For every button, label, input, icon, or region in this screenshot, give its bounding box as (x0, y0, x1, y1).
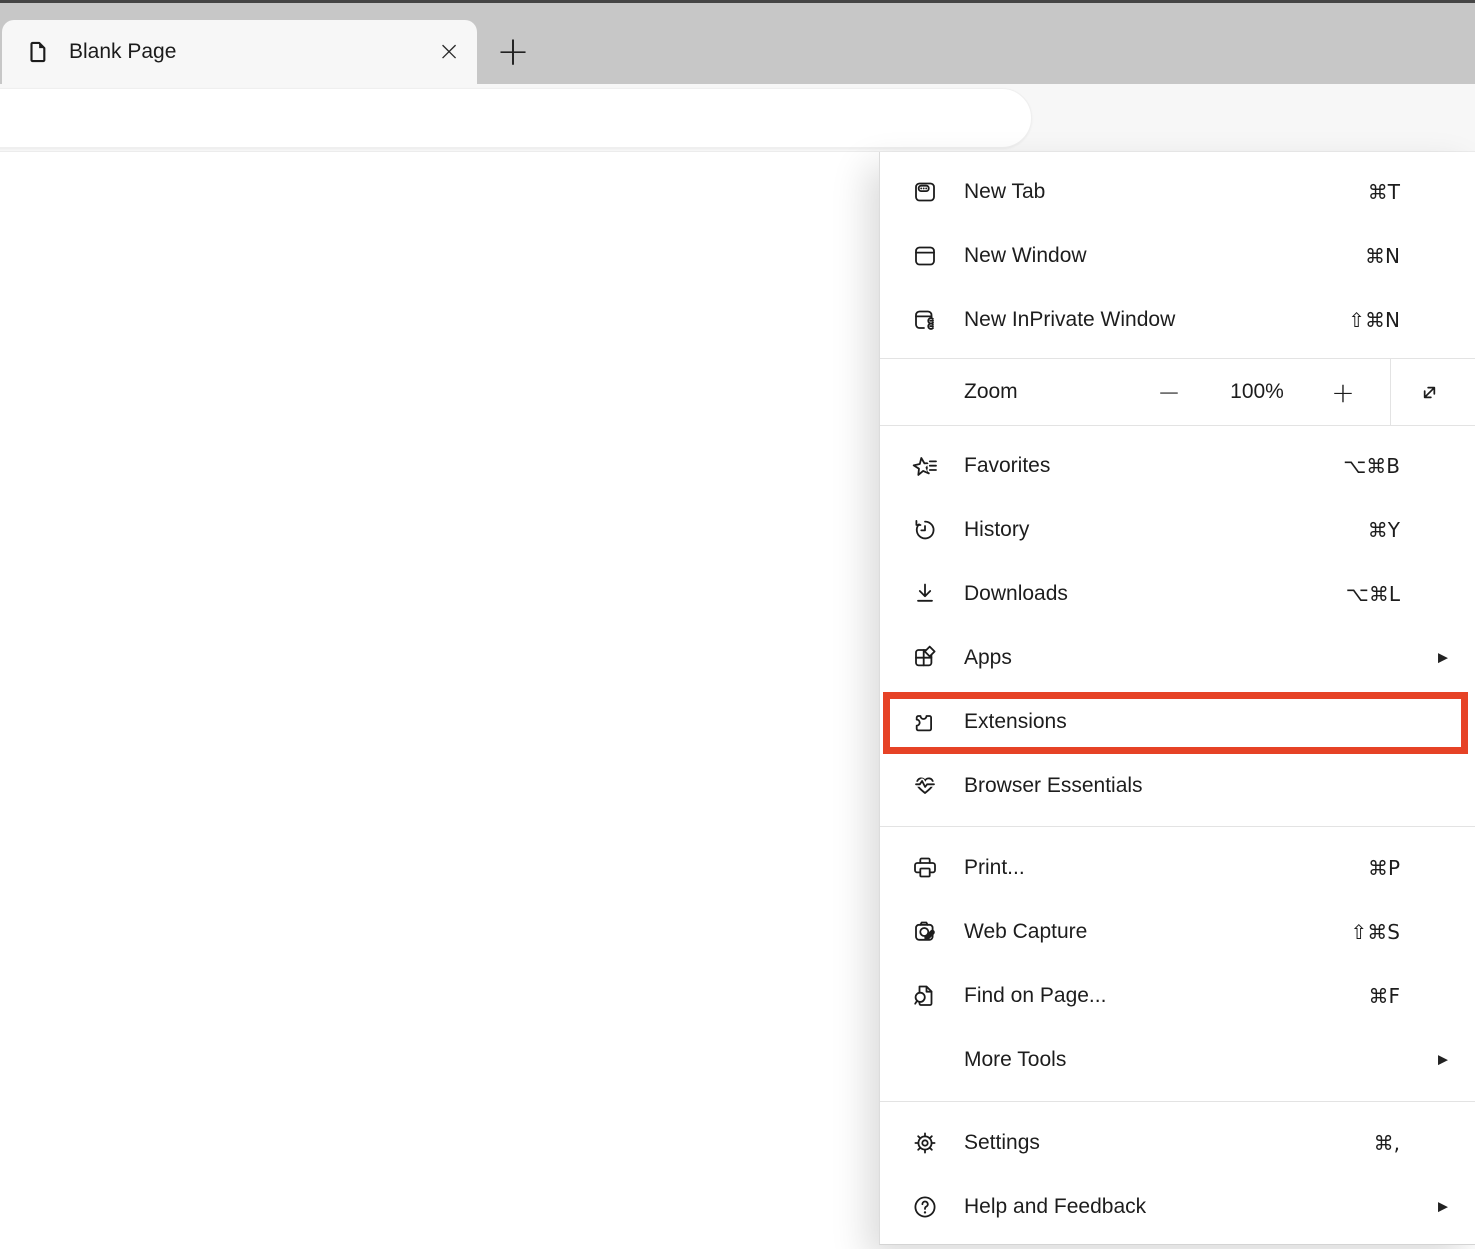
menu-item-history[interactable]: History ⌘Y (880, 498, 1475, 562)
browser-essentials-heart-icon (911, 772, 939, 800)
menu-item-downloads[interactable]: Downloads ⌥⌘L (880, 562, 1475, 626)
favorites-star-icon (911, 452, 939, 480)
menu-item-settings[interactable]: Settings ⌘, (880, 1111, 1475, 1175)
active-tab[interactable]: Blank Page × (2, 20, 477, 84)
menu-item-new-inprivate-window[interactable]: New InPrivate Window ⇧⌘N (880, 288, 1475, 352)
menu-item-web-capture[interactable]: Web Capture ⇧⌘S (880, 900, 1475, 964)
shortcut: ⌘Y (1368, 518, 1400, 542)
menu-item-print[interactable]: Print... ⌘P (880, 836, 1475, 900)
menu-item-find-on-page[interactable]: Find on Page... ⌘F (880, 964, 1475, 1028)
menu-separator (880, 1101, 1475, 1102)
menu-item-new-window[interactable]: New Window ⌘N (880, 224, 1475, 288)
tab-title: Blank Page (69, 40, 176, 64)
help-question-icon (911, 1193, 939, 1221)
toolbar (0, 84, 1475, 152)
menu-item-zoom: Zoom − 100% + (880, 359, 1475, 426)
shortcut: ⇧⌘N (1348, 308, 1400, 332)
new-inprivate-window-icon (911, 306, 939, 334)
settings-gear-icon (911, 1129, 939, 1157)
menu-item-apps[interactable]: Apps ▶ (880, 626, 1475, 690)
address-bar[interactable] (0, 88, 1032, 148)
zoom-value: 100% (1212, 380, 1302, 404)
fullscreen-button[interactable] (1407, 365, 1451, 419)
downloads-icon (911, 580, 939, 608)
new-window-icon (911, 242, 939, 270)
zoom-in-icon[interactable]: + (1321, 365, 1365, 419)
menu-item-new-tab[interactable]: New Tab ⌘T (880, 160, 1475, 224)
shortcut: ⌘F (1368, 984, 1400, 1008)
page-document-icon (25, 39, 51, 65)
zoom-out-icon[interactable]: − (1147, 365, 1191, 419)
menu-item-favorites[interactable]: Favorites ⌥⌘B (880, 434, 1475, 498)
tab-close-icon[interactable]: × (433, 36, 465, 68)
submenu-arrow-icon: ▶ (1438, 651, 1448, 666)
zoom-label: Zoom (964, 380, 1018, 404)
submenu-arrow-icon: ▶ (1438, 1200, 1448, 1215)
menu-separator (880, 826, 1475, 827)
new-tab-plus-icon[interactable]: + (492, 30, 534, 74)
menu-item-help-and-feedback[interactable]: Help and Feedback ▶ (880, 1175, 1475, 1239)
shortcut: ⌘T (1368, 180, 1400, 204)
history-icon (911, 516, 939, 544)
apps-icon (911, 644, 939, 672)
shortcut: ⌘P (1368, 856, 1400, 880)
submenu-arrow-icon: ▶ (1438, 1053, 1448, 1068)
new-tab-icon (911, 178, 939, 206)
shortcut: ⌥⌘B (1343, 454, 1400, 478)
shortcut: ⇧⌘S (1351, 920, 1400, 944)
shortcut: ⌘N (1365, 244, 1400, 268)
extensions-puzzle-icon (911, 708, 939, 736)
menu-item-browser-essentials[interactable]: Browser Essentials (880, 754, 1475, 818)
find-on-page-icon (911, 982, 939, 1010)
menu-item-extensions[interactable]: Extensions (880, 690, 1475, 754)
shortcut: ⌥⌘L (1346, 582, 1400, 606)
web-capture-icon (911, 918, 939, 946)
shortcut: ⌘, (1374, 1131, 1400, 1155)
no-icon (911, 1046, 939, 1074)
print-icon (911, 854, 939, 882)
tab-strip: Blank Page × + (0, 3, 1475, 84)
zoom-divider (1390, 359, 1391, 425)
menu-item-more-tools[interactable]: More Tools ▶ (880, 1028, 1475, 1092)
browser-menu: New Tab ⌘T New Window ⌘N (879, 152, 1475, 1245)
browser-window: Blank Page × + (0, 0, 1475, 1249)
